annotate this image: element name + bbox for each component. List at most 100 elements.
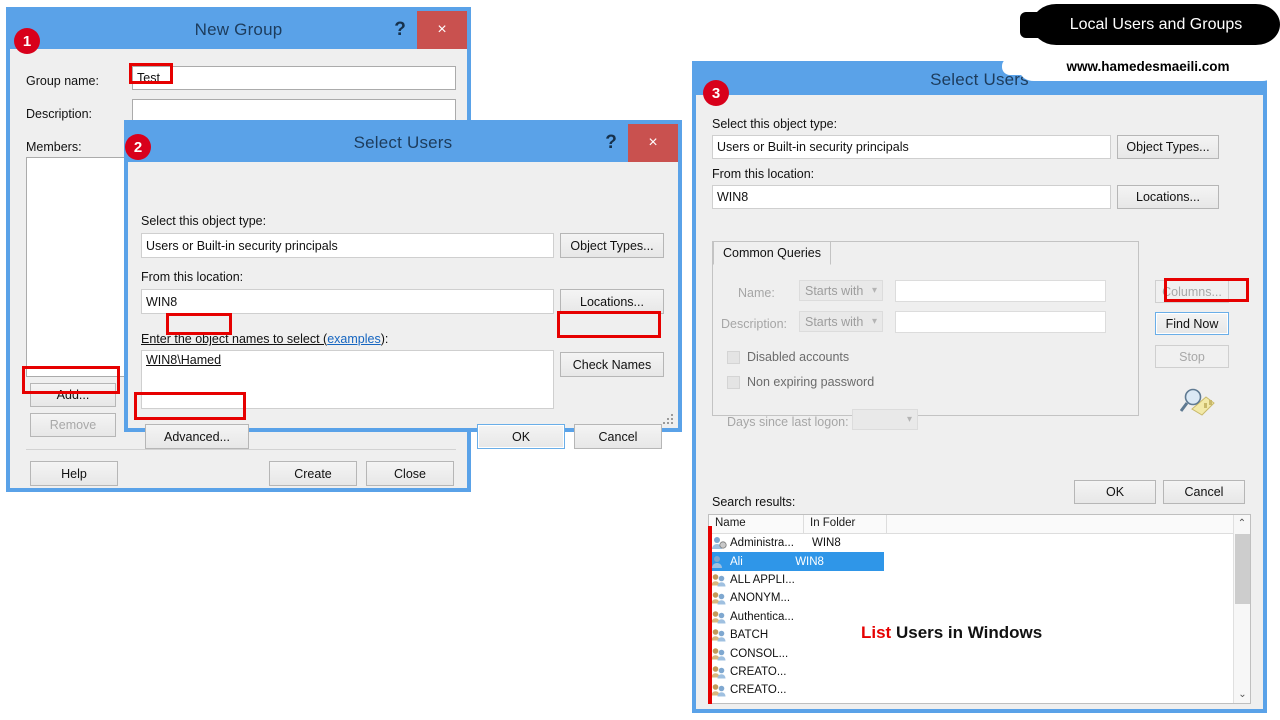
tab-common-queries[interactable]: Common Queries bbox=[713, 241, 831, 265]
search-results-list[interactable]: Name In Folder Administra... WIN8 Ali WIN8 A… bbox=[708, 514, 1251, 704]
create-button[interactable]: Create bbox=[269, 461, 357, 486]
table-row[interactable]: DIALUP bbox=[709, 700, 1250, 704]
group-icon bbox=[711, 665, 727, 679]
group-name-label: Group name: bbox=[26, 74, 99, 88]
close-icon[interactable]: × bbox=[417, 11, 467, 49]
chevron-down-icon: ▾ bbox=[871, 316, 877, 327]
screenshot-root: Local Users and Groups New Group ? × Gro… bbox=[0, 0, 1280, 720]
non-expiring-password-label: Non expiring password bbox=[747, 375, 875, 389]
table-row[interactable]: CREATO... bbox=[709, 663, 1250, 681]
banner-brush-tail bbox=[1020, 12, 1050, 38]
checkbox-icon bbox=[727, 350, 740, 364]
stop-button[interactable]: Stop bbox=[1155, 345, 1229, 368]
days-since-last-logon-label: Days since last logon: bbox=[727, 415, 849, 429]
disabled-accounts-label: Disabled accounts bbox=[747, 350, 850, 364]
cancel-button[interactable]: Cancel bbox=[1163, 480, 1245, 504]
new-group-titlebar: New Group ? × bbox=[10, 11, 467, 49]
cell-name: CREATO... bbox=[730, 665, 787, 678]
results-scrollbar[interactable]: ⌃ ⌄ bbox=[1233, 515, 1250, 703]
cell-name: Ali bbox=[730, 555, 743, 568]
description-input[interactable] bbox=[132, 99, 456, 123]
tab-common-queries-label: Common Queries bbox=[723, 246, 821, 260]
ok-button[interactable]: OK bbox=[1074, 480, 1156, 504]
description-operator-select[interactable]: Starts with ▾ bbox=[799, 311, 883, 332]
banner-local-users-and-groups: Local Users and Groups bbox=[1032, 4, 1280, 45]
members-label: Members: bbox=[26, 140, 82, 154]
highlight-results-marker bbox=[708, 526, 712, 704]
advanced-button[interactable]: Advanced... bbox=[145, 424, 249, 449]
locations-button[interactable]: Locations... bbox=[1117, 185, 1219, 209]
object-type-label: Select this object type: bbox=[141, 214, 267, 228]
object-names-value: WIN8\Hamed bbox=[146, 353, 222, 367]
help-button[interactable]: Help bbox=[30, 461, 118, 486]
user-icon bbox=[711, 555, 727, 569]
cancel-button[interactable]: Cancel bbox=[574, 424, 662, 449]
scroll-down-button[interactable]: ⌄ bbox=[1234, 686, 1251, 703]
table-row[interactable]: Administra... WIN8 bbox=[709, 534, 1250, 552]
disabled-accounts-checkbox[interactable]: Disabled accounts bbox=[727, 350, 849, 364]
days-since-last-logon-select[interactable]: ▾ bbox=[852, 409, 918, 430]
table-row[interactable]: ALL APPLI... bbox=[709, 571, 1250, 589]
select-users-2-title: Select Users bbox=[353, 133, 453, 152]
table-row[interactable]: CREATO... bbox=[709, 681, 1250, 699]
callout-rest: Users in Windows bbox=[891, 623, 1043, 642]
select-users-2-body: Select this object type: Users or Built-… bbox=[128, 162, 678, 449]
group-name-input[interactable]: Test bbox=[132, 66, 456, 90]
location-label: From this location: bbox=[141, 270, 244, 284]
close-button[interactable]: Close bbox=[366, 461, 454, 486]
scroll-up-button[interactable]: ⌃ bbox=[1234, 515, 1250, 532]
cell-name: Authentica... bbox=[730, 610, 794, 623]
select-users-dialog-3: Select Users Select this object type: Us… bbox=[693, 62, 1266, 712]
callout-highlight: List bbox=[861, 623, 892, 642]
locations-button[interactable]: Locations... bbox=[560, 289, 664, 314]
description-label: Description: bbox=[721, 317, 787, 331]
select-users-dialog-2: Select Users ? × Select this object type… bbox=[125, 121, 681, 449]
object-types-button[interactable]: Object Types... bbox=[560, 233, 664, 258]
group-icon bbox=[711, 591, 727, 605]
object-names-input[interactable]: WIN8\Hamed bbox=[141, 350, 554, 409]
description-input[interactable] bbox=[895, 311, 1106, 333]
remove-button[interactable]: Remove bbox=[30, 413, 116, 437]
help-icon[interactable]: ? bbox=[383, 11, 417, 49]
table-row[interactable]: ANONYM... bbox=[709, 589, 1250, 607]
object-type-label: Select this object type: bbox=[712, 117, 838, 131]
description-operator-value: Starts with bbox=[805, 314, 864, 329]
name-input[interactable] bbox=[895, 280, 1106, 302]
location-input[interactable]: WIN8 bbox=[141, 289, 554, 314]
examples-link[interactable]: examples bbox=[327, 332, 381, 346]
cell-in-folder: WIN8 bbox=[795, 555, 824, 568]
find-now-button[interactable]: Find Now bbox=[1155, 312, 1229, 335]
name-label: Name: bbox=[738, 286, 775, 300]
close-icon[interactable]: × bbox=[628, 124, 678, 162]
ok-button[interactable]: OK bbox=[477, 424, 565, 449]
column-header-in-folder[interactable]: In Folder bbox=[804, 515, 887, 533]
location-input[interactable]: WIN8 bbox=[712, 185, 1111, 209]
help-icon[interactable]: ? bbox=[594, 124, 628, 162]
callout-list-users: List Users in Windows bbox=[861, 623, 1042, 643]
object-types-button[interactable]: Object Types... bbox=[1117, 135, 1219, 159]
resize-grip-icon[interactable] bbox=[663, 414, 675, 426]
column-header-name[interactable]: Name bbox=[709, 515, 804, 533]
object-type-input[interactable]: Users or Built-in security principals bbox=[712, 135, 1111, 159]
search-results-label: Search results: bbox=[712, 495, 796, 509]
object-type-input[interactable]: Users or Built-in security principals bbox=[141, 233, 554, 258]
group-icon bbox=[711, 647, 727, 661]
cell-name: Administra... bbox=[730, 537, 794, 550]
step-badge-1: 1 bbox=[14, 28, 40, 54]
cell-name: BATCH bbox=[730, 629, 769, 642]
select-users-2-titlebar: Select Users ? × bbox=[128, 124, 678, 162]
enter-names-label: Enter the object names to select (exampl… bbox=[141, 332, 388, 346]
table-row[interactable]: Ali WIN8 bbox=[709, 552, 884, 571]
table-row[interactable]: CONSOL... bbox=[709, 644, 1250, 662]
non-expiring-password-checkbox[interactable]: Non expiring password bbox=[727, 375, 874, 389]
add-button[interactable]: Add... bbox=[30, 383, 116, 407]
chevron-down-icon: ▾ bbox=[906, 414, 912, 425]
search-key-icon bbox=[1180, 388, 1215, 416]
columns-button[interactable]: Columns... bbox=[1155, 280, 1229, 303]
chevron-down-icon: ▾ bbox=[871, 285, 877, 296]
scroll-thumb[interactable] bbox=[1235, 534, 1250, 604]
name-operator-select[interactable]: Starts with ▾ bbox=[799, 280, 883, 301]
check-names-button[interactable]: Check Names bbox=[560, 352, 664, 377]
divider bbox=[26, 449, 456, 450]
watermark-brush-tail bbox=[1002, 58, 1042, 75]
